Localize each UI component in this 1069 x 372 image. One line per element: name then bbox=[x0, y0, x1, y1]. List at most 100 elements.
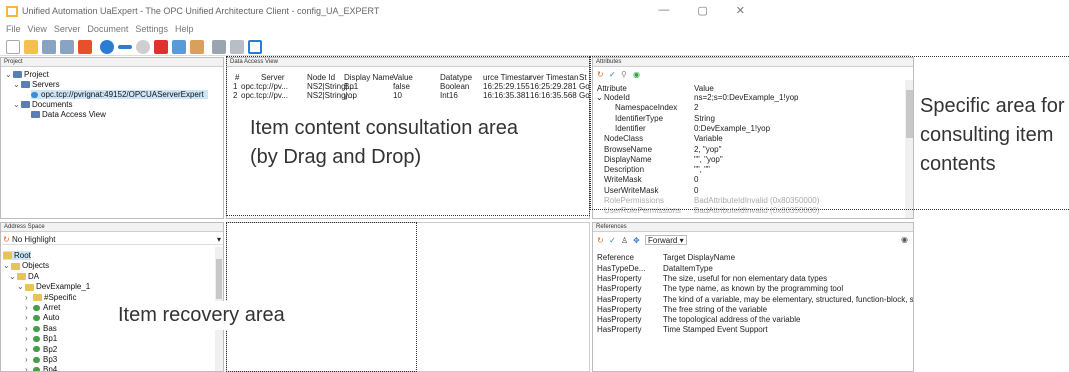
variable-icon bbox=[33, 367, 40, 371]
user-icon[interactable] bbox=[190, 40, 204, 54]
refs-move-icon[interactable]: ✥ bbox=[633, 236, 640, 245]
tree-item-servers[interactable]: ⌄ Servers bbox=[13, 80, 60, 89]
annotation-recovery-area: Item recovery area bbox=[118, 301, 285, 330]
variable-icon bbox=[33, 304, 40, 311]
chevron-icon[interactable]: › bbox=[25, 324, 33, 333]
minimize-button[interactable]: — bbox=[658, 4, 669, 17]
save-project-icon[interactable] bbox=[42, 40, 56, 54]
menu-settings[interactable]: Settings bbox=[135, 24, 168, 38]
refs-refresh-icon[interactable]: ↻ bbox=[597, 236, 604, 245]
chevron-icon[interactable]: ⌄ bbox=[3, 261, 11, 270]
project-icon bbox=[13, 71, 22, 79]
documents-icon bbox=[21, 101, 30, 109]
refs-header: Reference Target DisplayName bbox=[597, 253, 736, 262]
chevron-icon[interactable]: ⌄ bbox=[9, 272, 17, 281]
address-tree-item[interactable]: › Bp2 bbox=[25, 345, 57, 354]
address-tree-item[interactable]: › Bas bbox=[25, 324, 57, 333]
refs-options-icon[interactable]: ◉ bbox=[901, 235, 908, 244]
project-panel: Project ⌄ Project ⌄ Servers opc.tcp://pvri… bbox=[0, 57, 224, 219]
address-tree-item[interactable]: › Auto bbox=[25, 313, 59, 322]
references-panel: References ↻ ✓ ♙ ✥ Forward ▾ ◉ Reference… bbox=[592, 222, 914, 372]
highlight-select[interactable]: ↻ No Highlight ▾ bbox=[3, 235, 223, 245]
power-icon[interactable] bbox=[78, 40, 92, 54]
save-as-icon[interactable] bbox=[60, 40, 74, 54]
refs-tree-icon[interactable]: ♙ bbox=[621, 236, 628, 245]
menu-document[interactable]: Document bbox=[87, 24, 128, 38]
configure-icon[interactable] bbox=[172, 40, 186, 54]
new-project-icon[interactable] bbox=[6, 40, 20, 54]
address-tree-item[interactable]: Root bbox=[3, 251, 31, 260]
menu-file[interactable]: File bbox=[6, 24, 21, 38]
chevron-icon[interactable]: › bbox=[25, 365, 33, 371]
variable-icon bbox=[33, 336, 40, 343]
chevron-down-icon: ▾ bbox=[679, 236, 684, 245]
server-icon bbox=[31, 91, 38, 98]
cut-icon[interactable] bbox=[212, 40, 226, 54]
variable-icon bbox=[33, 315, 40, 322]
reference-row[interactable]: HasProperty The topological address of th… bbox=[597, 315, 800, 325]
remove-server-icon[interactable] bbox=[118, 45, 132, 49]
refs-check-icon[interactable]: ✓ bbox=[609, 236, 616, 245]
chevron-icon[interactable]: › bbox=[25, 313, 33, 322]
menu-server[interactable]: Server bbox=[54, 24, 81, 38]
disconnect-icon[interactable] bbox=[154, 40, 168, 54]
chevron-icon[interactable]: › bbox=[25, 293, 33, 302]
annotation-content-area: Item content consultation area bbox=[250, 117, 518, 139]
app-logo-icon bbox=[6, 6, 18, 17]
address-tree-item[interactable]: › #Specific bbox=[25, 293, 76, 302]
address-tree-item[interactable]: › Arret bbox=[25, 303, 60, 312]
highlight-icon: ↻ bbox=[3, 235, 10, 244]
reference-row[interactable]: HasTypeDe... DataItemType bbox=[597, 264, 713, 274]
menu-help[interactable]: Help bbox=[175, 24, 194, 38]
annotation-specific-2: consulting item bbox=[920, 124, 1054, 146]
menu-bar: File View Server Document Settings Help bbox=[0, 24, 910, 38]
address-tree-item[interactable]: ⌄ DevExample_1 bbox=[17, 282, 90, 291]
connect-icon[interactable] bbox=[136, 40, 150, 54]
address-tree-item[interactable]: ⌄ DA bbox=[9, 272, 39, 281]
chevron-down-icon: ▾ bbox=[216, 235, 221, 244]
reference-row[interactable]: HasProperty The free string of the variab… bbox=[597, 305, 767, 315]
recovery-area-frame bbox=[226, 222, 417, 372]
variable-icon bbox=[33, 325, 40, 332]
address-tree-item[interactable]: › Bp3 bbox=[25, 355, 57, 364]
reference-row[interactable]: HasProperty The size, useful for non elem… bbox=[597, 274, 827, 284]
folder-icon bbox=[17, 273, 26, 281]
project-panel-header: Project bbox=[1, 58, 223, 67]
tree-item-documents[interactable]: ⌄ Documents bbox=[13, 100, 72, 109]
address-space-panel: Address Space ↻ No Highlight ▾ Root ⌄ Obje… bbox=[0, 222, 224, 372]
variable-icon bbox=[33, 356, 40, 363]
address-tree-item[interactable]: › Bp1 bbox=[25, 334, 57, 343]
chevron-icon[interactable]: › bbox=[25, 355, 33, 364]
reference-row[interactable]: HasProperty Time Stamped Event Support bbox=[597, 325, 768, 335]
window-title: Unified Automation UaExpert - The OPC Un… bbox=[22, 6, 380, 16]
tree-item-server-connection[interactable]: opc.tcp://pvrignat:49152/OPCUAServerExpe… bbox=[31, 90, 208, 99]
chevron-icon[interactable]: › bbox=[25, 334, 33, 343]
chevron-icon[interactable]: ⌄ bbox=[17, 282, 25, 291]
delete-icon[interactable] bbox=[230, 40, 244, 54]
menu-view[interactable]: View bbox=[28, 24, 47, 38]
tree-item-data-access-view[interactable]: Data Access View bbox=[31, 110, 106, 119]
servers-icon bbox=[21, 81, 30, 89]
folder-icon bbox=[25, 283, 34, 291]
add-server-icon[interactable] bbox=[100, 40, 114, 54]
folder-icon bbox=[3, 252, 12, 260]
address-tree-item[interactable]: › Bp4 bbox=[25, 365, 57, 371]
variable-icon bbox=[33, 346, 40, 353]
chevron-icon[interactable]: › bbox=[25, 303, 33, 312]
reference-row[interactable]: HasProperty The type name, as known by th… bbox=[597, 284, 843, 294]
maximize-button[interactable]: ▢ bbox=[697, 4, 707, 17]
references-panel-header: References bbox=[593, 223, 913, 232]
chevron-icon[interactable]: › bbox=[25, 345, 33, 354]
window-layout-icon[interactable] bbox=[248, 40, 262, 54]
address-tree-item[interactable]: ⌄ Objects bbox=[3, 261, 49, 270]
folder-icon bbox=[33, 293, 42, 301]
open-project-icon[interactable] bbox=[24, 40, 38, 54]
title-bar: Unified Automation UaExpert - The OPC Un… bbox=[0, 0, 910, 24]
document-icon bbox=[31, 111, 40, 119]
reference-row[interactable]: HasProperty The kind of a variable, may b… bbox=[597, 295, 913, 305]
direction-select[interactable]: Forward ▾ bbox=[645, 235, 687, 245]
tree-item-project[interactable]: ⌄ Project bbox=[5, 70, 49, 79]
annotation-drag-drop: (by Drag and Drop) bbox=[250, 146, 422, 168]
address-space-header: Address Space bbox=[1, 223, 223, 232]
close-button[interactable]: ✕ bbox=[736, 4, 745, 17]
